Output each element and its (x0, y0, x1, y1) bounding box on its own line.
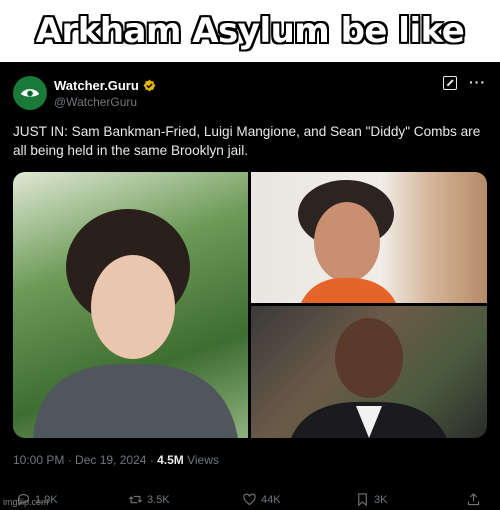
caption-text: Arkham Asylum be like (35, 11, 465, 51)
media-photo-1[interactable] (13, 172, 248, 438)
tweet-text: JUST IN: Sam Bankman-Fried, Luigi Mangio… (13, 124, 481, 158)
tweet-meta: 10:00 PM · Dec 19, 2024 · 4.5M Views (13, 453, 219, 467)
imgflip-watermark: imgflip.com (3, 497, 49, 507)
tweet-timestamp[interactable]: 10:00 PM · Dec 19, 2024 · (13, 453, 157, 467)
author-name[interactable]: Watcher.Guru (54, 78, 156, 93)
eye-logo-icon (20, 89, 40, 97)
author-handle[interactable]: @WatcherGuru (54, 95, 137, 109)
share-icon (467, 493, 480, 506)
portrait-2-shape (298, 180, 396, 303)
views-label: Views (183, 453, 219, 467)
repost-icon (128, 495, 143, 504)
author-avatar[interactable] (13, 76, 47, 110)
portrait-3-shape (291, 318, 447, 438)
share-button[interactable] (466, 492, 481, 507)
like-count: 44K (261, 493, 281, 506)
tweet-media-grid (13, 172, 487, 438)
tweet-top-icons: ··· (443, 75, 486, 90)
bookmark-count: 3K (374, 493, 388, 506)
meme-caption: Arkham Asylum be like (0, 0, 500, 62)
heart-icon (243, 493, 256, 506)
like-button[interactable]: 44K (242, 492, 281, 507)
author-name-text[interactable]: Watcher.Guru (54, 78, 139, 93)
repost-button[interactable]: 3.5K (128, 492, 170, 507)
tweet-card[interactable]: Watcher.Guru @WatcherGuru ··· JUST IN: S… (0, 62, 500, 510)
tweet-actions: 1.9K 3.5K 44K 3K (0, 490, 500, 510)
more-icon[interactable]: ··· (469, 75, 486, 90)
media-photo-2[interactable] (251, 172, 487, 303)
verified-badge-icon (143, 79, 156, 92)
portrait-1-shape (33, 209, 238, 438)
media-photo-3[interactable] (251, 306, 487, 438)
repost-count: 3.5K (147, 493, 170, 506)
grok-icon[interactable] (443, 76, 457, 90)
bookmark-icon (358, 493, 367, 507)
views-count: 4.5M (157, 453, 184, 467)
bookmark-button[interactable]: 3K (355, 492, 387, 507)
